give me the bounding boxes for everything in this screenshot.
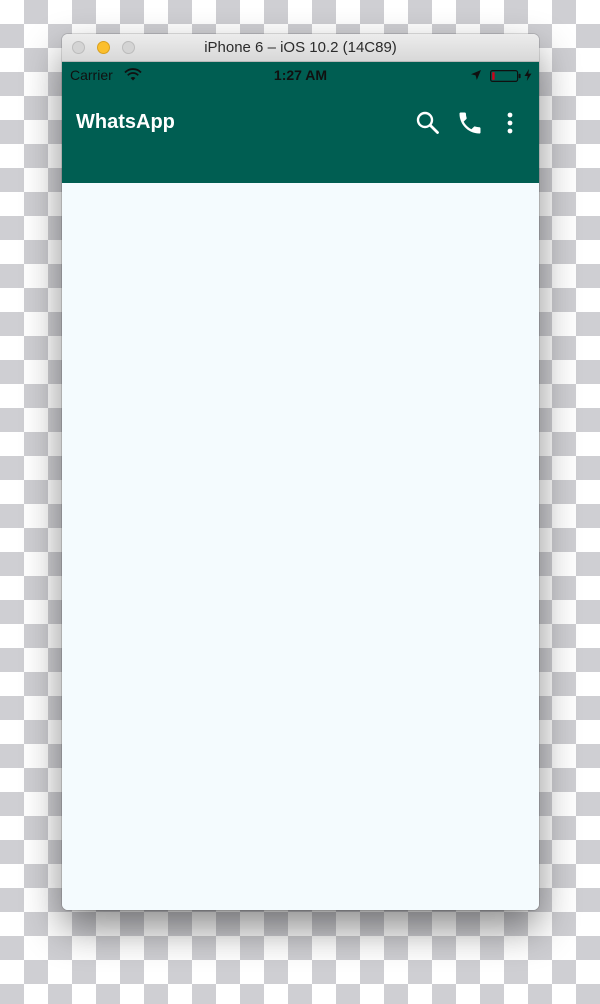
simulator-window: iPhone 6 – iOS 10.2 (14C89) Carrier 1:27… <box>62 34 539 910</box>
status-bar: Carrier 1:27 AM <box>62 62 539 87</box>
app-bar: WhatsApp <box>62 87 539 183</box>
window-titlebar[interactable]: iPhone 6 – iOS 10.2 (14C89) <box>62 34 539 62</box>
main-content-area <box>62 183 539 910</box>
location-icon <box>470 68 482 84</box>
more-vert-icon[interactable] <box>500 109 528 137</box>
search-icon[interactable] <box>414 109 442 137</box>
window-title: iPhone 6 – iOS 10.2 (14C89) <box>204 39 397 56</box>
charging-icon <box>524 68 532 84</box>
battery-icon <box>490 69 522 85</box>
status-time: 1:27 AM <box>273 67 328 83</box>
phone-icon[interactable] <box>456 109 484 137</box>
app-title: WhatsApp <box>76 111 175 133</box>
